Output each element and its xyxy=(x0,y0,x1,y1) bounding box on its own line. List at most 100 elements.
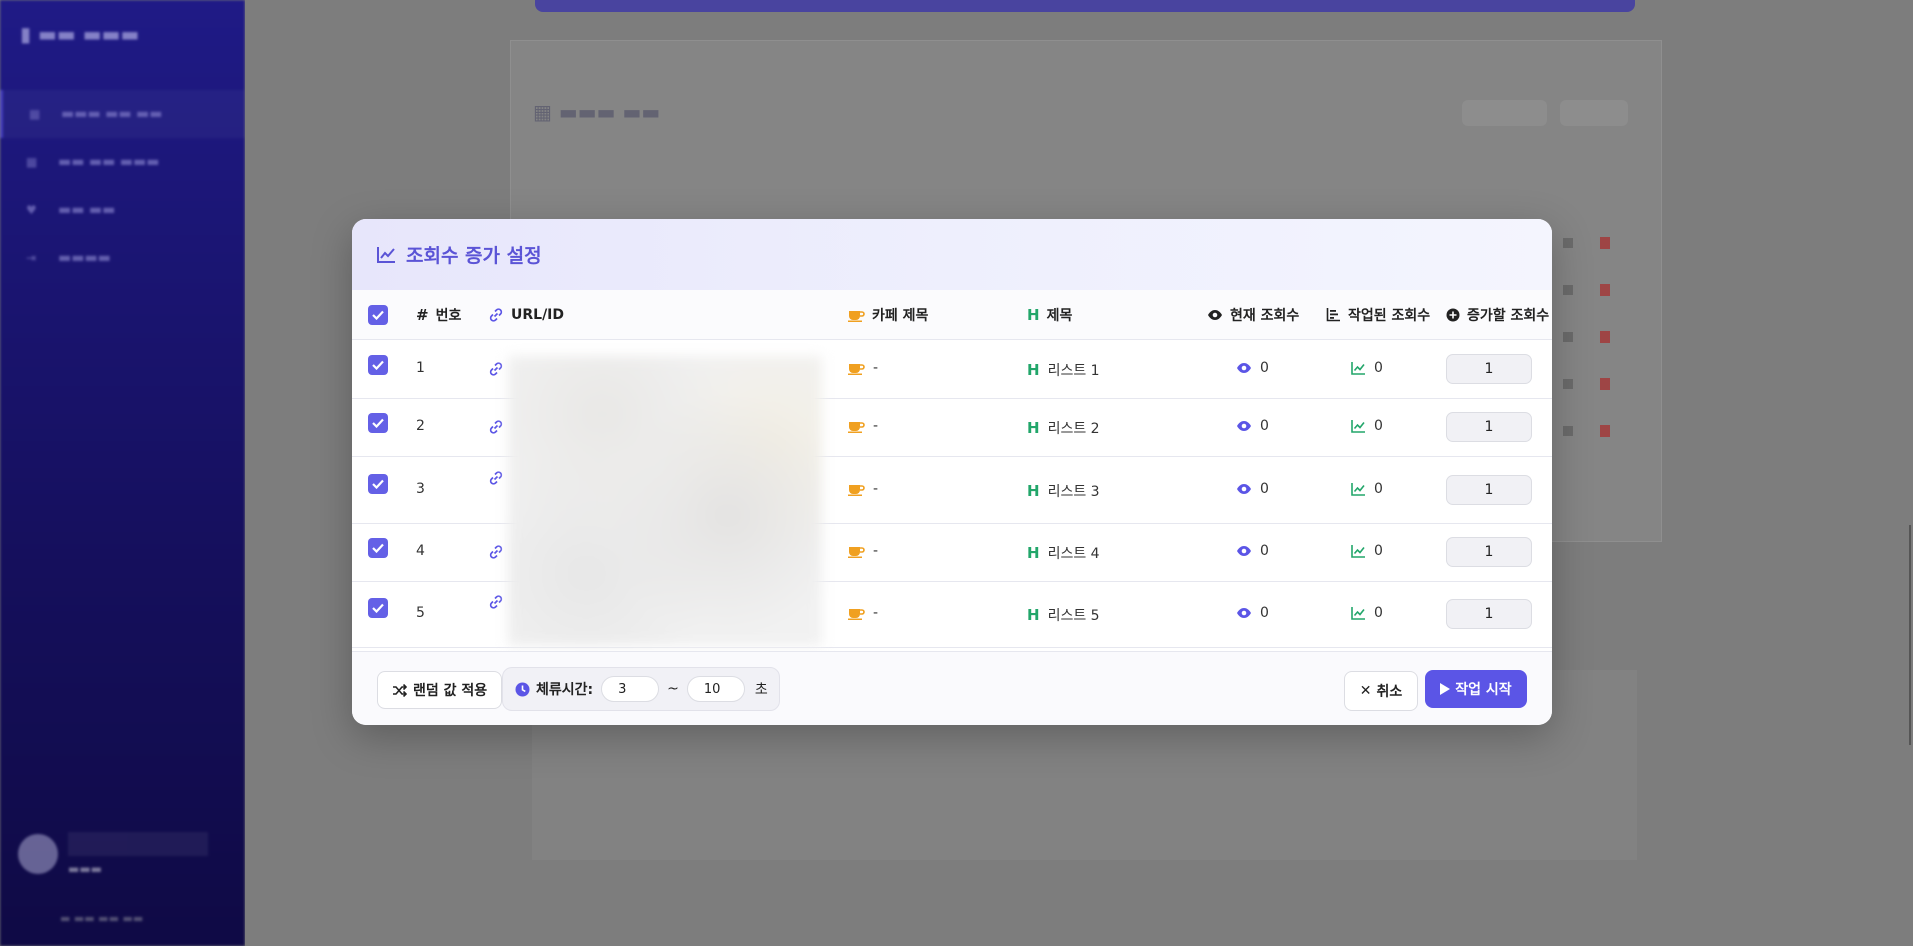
add-views-input[interactable] xyxy=(1446,474,1532,505)
heading-icon: H xyxy=(1027,361,1040,379)
row-checkbox[interactable] xyxy=(368,598,388,618)
dwell-separator: ~ xyxy=(667,681,679,697)
link-icon xyxy=(488,544,504,560)
col-title: H 제목 xyxy=(1027,305,1073,324)
link-icon xyxy=(488,419,504,435)
row-add-views xyxy=(1446,599,1532,629)
row-done-views: 0 xyxy=(1351,605,1383,621)
col-add-views: 증가할 조회수 xyxy=(1446,290,1549,339)
link-icon xyxy=(488,307,504,323)
row-done-views: 0 xyxy=(1351,481,1383,497)
sidebar-logo: ▮ ▬▬ ▬▬▬ xyxy=(20,22,140,46)
row-add-views xyxy=(1446,412,1532,442)
add-views-input[interactable] xyxy=(1446,537,1532,567)
dwell-time-group: 체류시간: ~ 초 xyxy=(502,667,780,711)
link-icon xyxy=(488,361,504,377)
link-icon xyxy=(488,470,504,486)
close-icon: ✕ xyxy=(1359,683,1372,699)
eye-icon xyxy=(1236,483,1252,495)
hash-icon: # xyxy=(416,305,429,324)
eye-icon xyxy=(1236,362,1252,374)
row-checkbox[interactable] xyxy=(368,473,388,494)
chart-line-icon xyxy=(1351,606,1366,620)
coffee-icon xyxy=(848,606,865,620)
col-cafe-title: 카페 제목 xyxy=(848,290,928,339)
random-value-label: 랜덤 값 적용 xyxy=(413,683,488,699)
row-number: 5 xyxy=(416,605,425,621)
coffee-icon xyxy=(848,419,865,433)
add-views-input[interactable] xyxy=(1446,599,1532,629)
heading-icon: H xyxy=(1027,606,1040,624)
row-title: H 리스트 3 xyxy=(1027,481,1100,500)
coffee-icon xyxy=(848,308,865,322)
col-done-views: 작업된 조회수 xyxy=(1326,290,1430,339)
chart-line-icon xyxy=(376,246,396,264)
background-delete-2 xyxy=(1600,284,1610,296)
chart-line-icon xyxy=(1351,544,1366,558)
row-add-views xyxy=(1446,354,1532,384)
sidebar-item-4[interactable]: ⇥ ▬▬▬▬ xyxy=(0,234,245,282)
dwell-min-input[interactable] xyxy=(601,676,660,702)
background-top-button xyxy=(535,0,1635,12)
check-icon xyxy=(368,473,388,494)
row-cafe-title: - xyxy=(848,481,878,497)
row-cafe-title: - xyxy=(848,360,878,376)
row-current-views: 0 xyxy=(1236,605,1269,621)
coffee-icon xyxy=(848,482,865,496)
background-card-title: ▦ ▬▬▬ ▬▬ xyxy=(533,100,661,124)
row-checkbox[interactable] xyxy=(368,538,388,558)
row-number: 4 xyxy=(416,543,425,559)
col-number: # 번호 xyxy=(416,305,462,324)
clock-icon xyxy=(515,682,530,697)
start-task-button[interactable]: 작업 시작 xyxy=(1425,670,1527,708)
add-views-input[interactable] xyxy=(1446,412,1532,442)
select-all-checkbox[interactable] xyxy=(368,290,388,339)
sidebar-user: ▬▬▬ xyxy=(18,832,208,876)
sidebar-item-3[interactable]: ♥ ▬▬ ▬▬ xyxy=(0,186,245,234)
row-done-views: 0 xyxy=(1351,543,1383,559)
cancel-label: 취소 xyxy=(1376,684,1403,700)
row-done-views: 0 xyxy=(1351,418,1383,434)
row-title: H 리스트 2 xyxy=(1027,419,1100,437)
cancel-button[interactable]: ✕ 취소 xyxy=(1344,671,1418,711)
bar-chart-icon xyxy=(1326,307,1341,322)
row-checkbox[interactable] xyxy=(368,413,388,433)
background-edit-2 xyxy=(1563,285,1573,295)
page-scrollbar[interactable] xyxy=(1909,525,1911,745)
shuffle-icon xyxy=(392,683,407,697)
modal-header: 조회수 증가 설정 xyxy=(352,219,1552,290)
link-icon xyxy=(488,594,504,610)
row-current-views: 0 xyxy=(1236,481,1269,497)
background-edit-5 xyxy=(1563,426,1573,436)
background-delete-1 xyxy=(1600,237,1610,249)
random-value-button[interactable]: 랜덤 값 적용 xyxy=(377,671,503,709)
check-icon xyxy=(368,538,388,558)
sidebar-item-1[interactable]: ▦ ▬▬▬ ▬▬ ▬▬ xyxy=(0,90,245,138)
plus-circle-icon xyxy=(1446,308,1460,322)
background-delete-3 xyxy=(1600,331,1610,343)
chart-line-icon xyxy=(1351,361,1366,375)
heading-icon: H xyxy=(1027,481,1040,500)
play-icon xyxy=(1440,683,1451,695)
background-pill-1 xyxy=(1462,100,1547,126)
sidebar-footer: ▬ ▬▬ ▬▬ ▬▬ xyxy=(60,912,144,925)
row-done-views: 0 xyxy=(1351,360,1383,376)
row-title: H 리스트 5 xyxy=(1027,606,1100,624)
sidebar-item-2[interactable]: ▦ ▬▬ ▬▬ ▬▬▬ xyxy=(0,138,245,186)
heading-icon: H xyxy=(1027,544,1040,562)
add-views-input[interactable] xyxy=(1446,354,1532,384)
check-icon xyxy=(368,413,388,433)
background-edit-4 xyxy=(1563,379,1573,389)
dwell-unit: 초 xyxy=(754,682,768,698)
sidebar: ▮ ▬▬ ▬▬▬ ▦ ▬▬▬ ▬▬ ▬▬ ▦ ▬▬ ▬▬ ▬▬▬ ♥ ▬▬ ▬▬ ⇥ ▬… xyxy=(0,0,245,946)
col-current-views: 현재 조회수 xyxy=(1207,290,1299,339)
row-checkbox[interactable] xyxy=(368,355,388,375)
modal-footer: 랜덤 값 적용 체류시간: ~ 초 ✕ 취소 작업 시작 xyxy=(352,651,1552,725)
eye-icon xyxy=(1207,309,1223,321)
row-cafe-title: - xyxy=(848,605,878,621)
eye-icon xyxy=(1236,420,1252,432)
coffee-icon xyxy=(848,544,865,558)
dwell-max-input[interactable] xyxy=(686,676,745,702)
coffee-icon xyxy=(848,361,865,375)
background-delete-4 xyxy=(1600,378,1610,390)
